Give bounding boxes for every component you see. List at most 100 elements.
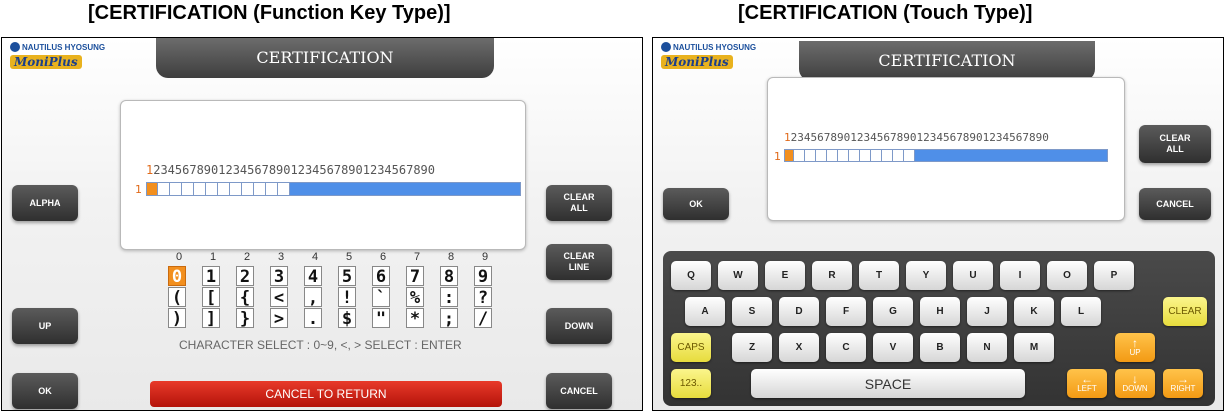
- cancel-to-return-bar[interactable]: CANCEL TO RETURN: [150, 381, 502, 407]
- char-option[interactable]: ): [162, 307, 196, 329]
- char-option[interactable]: 6: [366, 265, 400, 287]
- cancel-button[interactable]: CANCEL: [546, 373, 612, 409]
- char-option[interactable]: /: [468, 307, 502, 329]
- key-p[interactable]: P: [1094, 261, 1134, 290]
- char-row-digits: 0 1 2 3 4 5 6 7 8 9: [162, 265, 502, 287]
- ok-button[interactable]: OK: [12, 373, 78, 409]
- key-w[interactable]: W: [718, 261, 758, 290]
- caps-key[interactable]: CAPS: [671, 333, 711, 362]
- cancel-button[interactable]: CANCEL: [1139, 188, 1211, 220]
- key-k[interactable]: K: [1014, 297, 1054, 326]
- char-option[interactable]: (: [162, 286, 196, 308]
- up-key-label: UP: [1129, 348, 1141, 357]
- caption-touch-type: [CERTIFICATION (Touch Type)]: [738, 2, 1033, 24]
- char-option[interactable]: 1: [196, 265, 230, 287]
- clear-all-button[interactable]: CLEAR ALL: [546, 185, 612, 221]
- key-n[interactable]: N: [967, 333, 1007, 362]
- char-option[interactable]: 0: [162, 265, 196, 287]
- char-index: 8: [447, 251, 455, 263]
- char-option[interactable]: ?: [468, 286, 502, 308]
- char-index: 5: [345, 251, 353, 263]
- right-key[interactable]: → RIGHT: [1163, 369, 1203, 398]
- left-key-label: LEFT: [1077, 384, 1097, 393]
- char-option[interactable]: %: [400, 286, 434, 308]
- char-option[interactable]: .: [298, 307, 332, 329]
- key-q[interactable]: Q: [671, 261, 711, 290]
- char-option[interactable]: !: [332, 286, 366, 308]
- key-b[interactable]: B: [920, 333, 960, 362]
- char-option[interactable]: ": [366, 307, 400, 329]
- char-option[interactable]: `: [366, 286, 400, 308]
- left-key[interactable]: ← LEFT: [1067, 369, 1107, 398]
- char-index: 3: [277, 251, 285, 263]
- down-button[interactable]: DOWN: [546, 308, 612, 344]
- key-a[interactable]: A: [685, 297, 725, 326]
- input-panel: 1234567890123456789012345678901234567890…: [120, 100, 526, 250]
- right-key-label: RIGHT: [1170, 384, 1196, 393]
- key-d[interactable]: D: [779, 297, 819, 326]
- key-g[interactable]: G: [873, 297, 913, 326]
- up-button[interactable]: UP: [12, 308, 78, 344]
- char-option[interactable]: ;: [434, 307, 468, 329]
- key-h[interactable]: H: [920, 297, 960, 326]
- char-option[interactable]: 8: [434, 265, 468, 287]
- key-r[interactable]: R: [812, 261, 852, 290]
- char-row-symbols-2: ) ] } > . $ " * ; /: [162, 307, 502, 329]
- char-option[interactable]: 2: [230, 265, 264, 287]
- char-index: 4: [311, 251, 319, 263]
- clear-line-button[interactable]: CLEAR LINE: [546, 244, 612, 280]
- char-option[interactable]: }: [230, 307, 264, 329]
- char-option[interactable]: :: [434, 286, 468, 308]
- certification-input-field[interactable]: [784, 149, 1108, 162]
- key-o[interactable]: O: [1047, 261, 1087, 290]
- column-ruler: 1234567890123456789012345678901234567890: [784, 131, 1049, 144]
- character-select-hint: CHARACTER SELECT : 0~9, <, > SELECT : EN…: [179, 338, 462, 352]
- key-e[interactable]: E: [765, 261, 805, 290]
- logo-company: NAUTILUS HYOSUNG: [673, 43, 757, 52]
- key-z[interactable]: Z: [732, 333, 772, 362]
- key-u[interactable]: U: [953, 261, 993, 290]
- char-option[interactable]: 7: [400, 265, 434, 287]
- char-option[interactable]: 4: [298, 265, 332, 287]
- virtual-keyboard: Q W E R T Y U I O P A S D F G H J K L CL…: [663, 251, 1215, 406]
- ok-button[interactable]: OK: [663, 188, 729, 220]
- down-key[interactable]: ↓ DOWN: [1115, 369, 1155, 398]
- char-option[interactable]: {: [230, 286, 264, 308]
- key-v[interactable]: V: [873, 333, 913, 362]
- key-l[interactable]: L: [1061, 297, 1101, 326]
- numeric-key[interactable]: 123..: [671, 369, 711, 398]
- clear-key[interactable]: CLEAR: [1163, 297, 1207, 326]
- key-s[interactable]: S: [732, 297, 772, 326]
- key-c[interactable]: C: [826, 333, 866, 362]
- char-option[interactable]: $: [332, 307, 366, 329]
- key-j[interactable]: J: [967, 297, 1007, 326]
- up-key[interactable]: ↑ UP: [1115, 333, 1155, 362]
- char-index: 1: [209, 251, 217, 263]
- certification-input-field[interactable]: [146, 182, 521, 196]
- logo-company: NAUTILUS HYOSUNG: [22, 43, 106, 52]
- row-number: 1: [135, 183, 142, 196]
- key-m[interactable]: M: [1014, 333, 1054, 362]
- touch-screen: NAUTILUS HYOSUNG MoniPlus CERTIFICATION …: [652, 37, 1224, 411]
- char-option[interactable]: *: [400, 307, 434, 329]
- char-option[interactable]: >: [264, 307, 298, 329]
- clear-all-button[interactable]: CLEAR ALL: [1139, 125, 1211, 163]
- alpha-button[interactable]: ALPHA: [12, 185, 78, 221]
- char-option[interactable]: 3: [264, 265, 298, 287]
- char-option[interactable]: [: [196, 286, 230, 308]
- space-key[interactable]: SPACE: [751, 369, 1025, 398]
- key-x[interactable]: X: [779, 333, 819, 362]
- caption-function-key-type: [CERTIFICATION (Function Key Type)]: [88, 2, 451, 24]
- logo-product: MoniPlus: [10, 55, 82, 69]
- char-row-symbols-1: ( [ { < , ! ` % : ?: [162, 286, 502, 308]
- char-option[interactable]: ,: [298, 286, 332, 308]
- key-t[interactable]: T: [859, 261, 899, 290]
- input-cursor: [147, 183, 158, 195]
- key-f[interactable]: F: [826, 297, 866, 326]
- char-option[interactable]: 5: [332, 265, 366, 287]
- key-i[interactable]: I: [1000, 261, 1040, 290]
- char-option[interactable]: <: [264, 286, 298, 308]
- char-option[interactable]: 9: [468, 265, 502, 287]
- key-y[interactable]: Y: [906, 261, 946, 290]
- char-option[interactable]: ]: [196, 307, 230, 329]
